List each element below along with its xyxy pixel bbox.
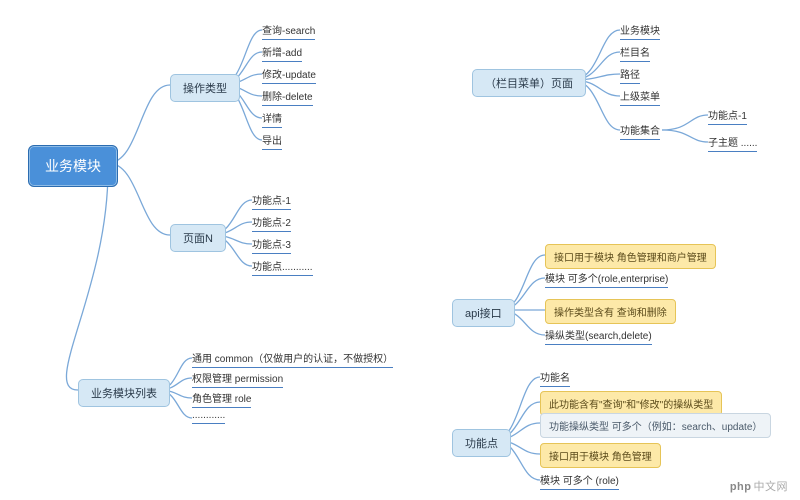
leaf-common: 通用 common（仅做用户的认证，不做授权） — [192, 350, 393, 368]
leaf-api-modules: 模块 可多个(role,enterprise) — [545, 270, 668, 288]
note-api-top: 接口用于模块 角色管理和商户管理 — [545, 244, 716, 269]
leaf-func-name: 功能名 — [540, 369, 570, 387]
root-business-module: 业务模块 — [28, 145, 118, 187]
leaf-permission: 权限管理 permission — [192, 370, 283, 388]
leaf-func-1: 功能点-1 — [252, 192, 291, 210]
leaf-func-more: 功能点........... — [252, 258, 313, 276]
note-func-bot: 接口用于模块 角色管理 — [540, 443, 661, 468]
leaf-func-types: 功能操纵类型 可多个（例如：search、update） — [540, 413, 771, 438]
leaf-func-3: 功能点-3 — [252, 236, 291, 254]
leaf-op-delete: 删除-delete — [262, 88, 313, 106]
leaf-op-update: 修改-update — [262, 66, 316, 84]
leaf-op-search: 查询-search — [262, 22, 315, 40]
note-api-mid: 操作类型含有 查询和删除 — [545, 299, 676, 324]
branch-op-type: 操作类型 — [170, 74, 240, 102]
leaf-biz-module: 业务模块 — [620, 22, 660, 40]
leaf-api-types: 操纵类型(search,delete) — [545, 327, 652, 345]
leaf-op-export: 导出 — [262, 132, 282, 150]
leaf-more: ............ — [192, 410, 225, 424]
branch-api: api接口 — [452, 299, 515, 327]
leaf-role: 角色管理 role — [192, 390, 251, 408]
branch-page: （栏目菜单）页面 — [472, 69, 586, 97]
leaf-funcset-child-1: 功能点-1 — [708, 107, 747, 125]
leaf-func-2: 功能点-2 — [252, 214, 291, 232]
leaf-parent-menu: 上级菜单 — [620, 88, 660, 106]
leaf-func-set: 功能集合 — [620, 122, 660, 140]
branch-module-list: 业务模块列表 — [78, 379, 170, 407]
leaf-func-modules: 模块 可多个 (role) — [540, 472, 619, 490]
leaf-column-name: 栏目名 — [620, 44, 650, 62]
leaf-path: 路径 — [620, 66, 640, 84]
leaf-op-add: 新增-add — [262, 44, 302, 62]
leaf-op-detail: 详情 — [262, 110, 282, 128]
leaf-funcset-child-2: 子主题 ...... — [708, 134, 757, 152]
watermark: php中文网 — [730, 478, 788, 494]
branch-page-n: 页面N — [170, 224, 226, 252]
branch-funcpoint: 功能点 — [452, 429, 511, 457]
